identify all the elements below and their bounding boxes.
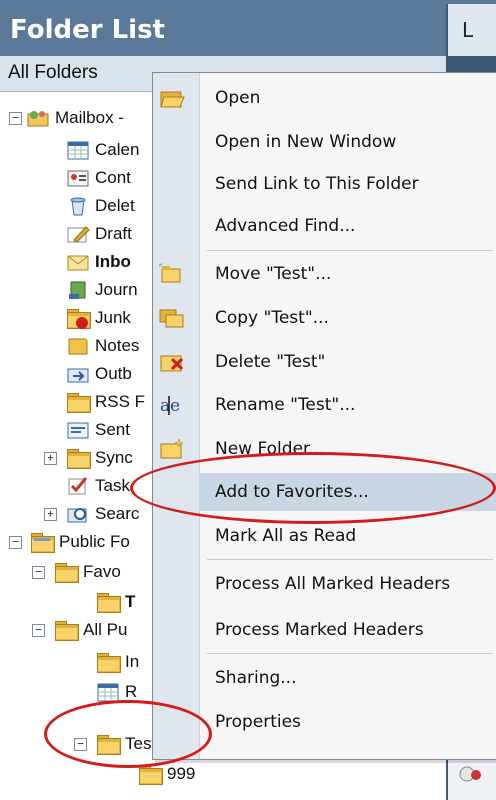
public-collapse-icon[interactable]: − [9,536,22,549]
tree-item-public[interactable]: Public Fo [30,526,130,558]
menu-item-sharing[interactable]: Sharing... [199,659,496,697]
sent-icon [67,422,89,439]
trash-icon [70,197,86,216]
annotation-ellipse-test-folder [44,700,212,768]
menu-item-copy[interactable]: Copy "Test"... [159,299,496,337]
reminder-icon[interactable] [458,764,484,784]
delete-folder-icon [160,355,184,372]
menu-item-advanced-find[interactable]: Advanced Find... [199,207,496,245]
tree-label: R [125,682,138,701]
menu-item-process-marked[interactable]: Process Marked Headers [199,611,496,649]
tree-label: Delet [95,196,135,215]
mailbox-collapse-icon[interactable]: − [9,112,22,125]
menu-icon-gutter [153,73,200,759]
inbox-icon [67,255,89,271]
svg-text:e: e [170,396,180,416]
contacts-icon [67,170,89,187]
outbox-icon [67,368,89,383]
notes-icon [68,338,88,355]
calendar-folder-icon [97,683,119,702]
right-pane-header: L [446,4,496,56]
journal-icon [69,281,86,299]
calendar-icon [67,141,89,160]
menu-separator [207,653,493,654]
all-public-collapse-icon[interactable]: − [32,624,45,637]
tree-label: Searc [95,504,140,523]
rename-icon: ae [160,396,180,416]
copy-folder-icon [159,309,184,328]
menu-item-process-all-marked[interactable]: Process All Marked Headers [199,565,496,603]
tasks-icon [68,477,88,495]
tree-label: Public Fo [59,532,130,551]
tree-label: Mailbox - [55,108,124,127]
tree-label: Notes [95,336,140,355]
mailbox-icon [27,111,49,127]
menu-item-properties[interactable]: Properties [199,703,496,741]
test-favorite-folder-icon [96,592,121,613]
move-folder-icon [159,263,181,283]
menu-item-open[interactable]: Open [160,79,496,117]
tree-label: Journ [95,280,138,299]
search-folder-icon [67,508,87,523]
tree-label: Favo [83,562,121,581]
tree-label: Sync [95,448,133,467]
menu-item-delete[interactable]: Delete "Test" [160,343,496,381]
tree-label: RSS F [95,392,146,411]
public-folders-icon [30,532,55,553]
sync-folder-icon [66,448,91,469]
tree-label: T [125,592,136,611]
menu-item-move[interactable]: Move "Test"... [159,255,496,293]
tree-label: 999 [167,764,196,783]
tree-label: Draft [95,224,132,243]
tree-label: In [125,652,140,671]
tree-item-all-public[interactable]: All Pu [54,614,127,646]
sync-expand-icon[interactable]: + [44,452,57,465]
menu-separator [207,559,493,560]
tree-item-mailbox[interactable]: Mailbox - [26,102,124,134]
menu-separator [207,250,493,251]
new-folder-icon [160,438,184,459]
all-public-folder-icon [54,620,79,641]
folder-list-title: Folder List [0,4,446,56]
menu-item-rename[interactable]: ae Rename "Test"... [160,386,496,424]
search-expand-icon[interactable]: + [44,508,57,521]
menu-item-open-new-window[interactable]: Open in New Window [199,123,496,161]
tree-label: Outb [95,364,132,383]
drafts-icon [67,226,90,243]
junk-folder-icon [66,308,91,329]
menu-item-send-link[interactable]: Send Link to This Folder [199,165,496,203]
tree-label: Cont [95,168,131,187]
favorites-folder-icon [54,562,79,583]
right-pane-letter: L [462,18,474,42]
tree-label: Task [95,476,130,495]
tree-label: Junk [95,308,131,327]
annotation-ellipse-add-favorites [130,452,496,524]
tree-label: Sent [95,420,130,439]
tree-item-favorites[interactable]: Favo [54,556,121,588]
favorites-collapse-icon[interactable]: − [32,566,45,579]
tree-item-in[interactable]: In [96,646,139,678]
tree-label: Calen [95,140,140,159]
rss-folder-icon [66,392,91,413]
context-menu: Open Open in New Window Send Link to Thi… [152,72,496,760]
tree-label: All Pu [83,620,128,639]
tree-label: Inbo [95,252,131,271]
open-folder-icon [160,91,185,108]
in-folder-icon [96,652,121,673]
